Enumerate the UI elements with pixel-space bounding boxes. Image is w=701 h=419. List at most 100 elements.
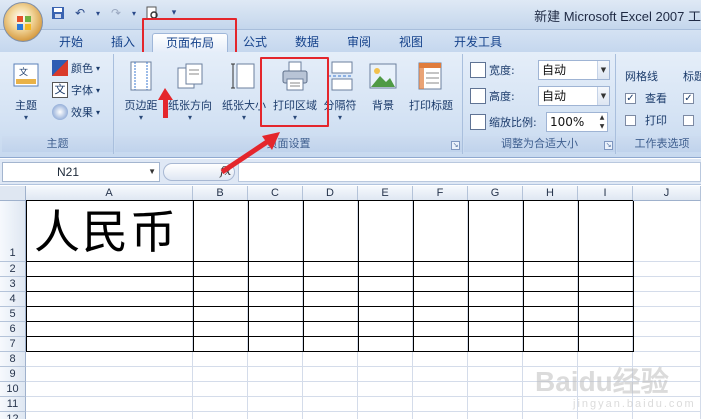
sheet-options-group-label: 工作表选项 — [617, 136, 701, 152]
watermark: Baidu经验 jingyan.baidu.com — [535, 366, 696, 410]
orientation-button[interactable]: 纸张方向 ▾ — [165, 60, 215, 123]
width-select[interactable]: 自动 ▼ — [538, 60, 610, 80]
table-border — [26, 351, 633, 352]
dropdown-arrow-icon: ▾ — [337, 113, 342, 122]
column-header-i[interactable]: I — [578, 186, 633, 201]
formula-input[interactable] — [238, 162, 701, 182]
effects-icon — [52, 104, 68, 120]
column-header-c[interactable]: C — [248, 186, 303, 201]
headings-print-checkbox[interactable] — [683, 110, 694, 130]
chevron-down-icon: ▼ — [148, 167, 156, 176]
height-select[interactable]: 自动 ▼ — [538, 86, 610, 106]
dropdown-arrow-icon: ▾ — [187, 113, 192, 122]
row-header-4[interactable]: 4 — [0, 292, 26, 307]
dropdown-arrow-icon: ▾ — [292, 113, 297, 122]
customize-qat-icon[interactable]: ▾ — [166, 5, 182, 21]
print-area-icon — [282, 61, 308, 91]
scale-icon — [470, 114, 486, 130]
row-header-10[interactable]: 10 — [0, 382, 26, 397]
table-border — [26, 336, 633, 337]
tab-formulas[interactable]: 公式 — [236, 33, 274, 52]
tab-home[interactable]: 开始 — [52, 33, 90, 52]
column-header-e[interactable]: E — [358, 186, 413, 201]
height-icon — [470, 88, 486, 104]
print-titles-icon — [418, 62, 442, 90]
tab-view[interactable]: 视图 — [392, 33, 430, 52]
row-header-11[interactable]: 11 — [0, 397, 26, 412]
cell-a1[interactable]: 人民币 — [34, 206, 178, 258]
row-header-1[interactable]: 1 — [0, 201, 26, 262]
column-header-b[interactable]: B — [193, 186, 248, 201]
title-bar: ↶ ▾ ↷ ▾ ▾ 新建 Microsoft Excel 2007 工 — [0, 0, 701, 30]
window-title: 新建 Microsoft Excel 2007 工 — [534, 9, 701, 24]
page-setup-group: 页边距 ▾ 纸张方向 ▾ 纸张大小 ▾ 打印区域 ▾ 分隔符 ▾ 背景 打印标题… — [115, 54, 463, 154]
table-border — [26, 321, 633, 322]
dropdown-arrow-icon[interactable]: ▾ — [130, 5, 138, 21]
office-button[interactable] — [3, 2, 43, 42]
redo-icon[interactable]: ↷ — [108, 5, 124, 21]
column-header-g[interactable]: G — [468, 186, 523, 201]
column-header-a[interactable]: A — [26, 186, 193, 201]
tab-developer[interactable]: 开发工具 — [446, 33, 510, 52]
dropdown-arrow-icon[interactable]: ▾ — [94, 5, 102, 21]
fonts-button[interactable]: 文 字体 ▾ — [52, 80, 100, 100]
gridline — [26, 411, 701, 412]
row-header-7[interactable]: 7 — [0, 337, 26, 352]
tab-page-layout[interactable]: 页面布局 — [152, 33, 228, 52]
scale-spinner[interactable]: 100% ▲ ▼ — [546, 112, 608, 132]
row-header-9[interactable]: 9 — [0, 367, 26, 382]
checkbox-unchecked-icon — [625, 114, 636, 126]
print-titles-button[interactable]: 打印标题 — [405, 60, 457, 113]
print-area-button[interactable]: 打印区域 ▾ — [269, 60, 321, 123]
table-border — [26, 291, 633, 292]
headings-view-checkbox[interactable]: ✓ — [683, 88, 694, 108]
save-icon[interactable] — [50, 5, 66, 21]
dropdown-arrow-icon: ▾ — [138, 113, 143, 122]
width-label: 宽度: — [470, 60, 515, 80]
breaks-button[interactable]: 分隔符 ▾ — [319, 60, 361, 123]
scale-label: 缩放比例: — [470, 112, 537, 132]
print-preview-icon[interactable] — [144, 5, 160, 21]
tab-insert[interactable]: 插入 — [104, 33, 142, 52]
table-border — [633, 201, 634, 352]
gridlines-label: 网格线 — [625, 70, 658, 83]
select-all-corner[interactable] — [0, 186, 26, 201]
fonts-icon: 文 — [52, 82, 68, 98]
page-size-icon — [231, 63, 255, 89]
orientation-icon — [177, 63, 203, 89]
tab-review[interactable]: 审阅 — [340, 33, 378, 52]
tab-data[interactable]: 数据 — [288, 33, 326, 52]
row-header-8[interactable]: 8 — [0, 352, 26, 367]
margins-button[interactable]: 页边距 ▾ — [119, 60, 163, 123]
insert-function-icon[interactable]: fx — [220, 164, 231, 178]
themes-icon: 文 — [13, 63, 39, 87]
breaks-icon — [328, 61, 353, 91]
gridlines-print-checkbox[interactable]: 打印 — [625, 110, 667, 130]
page-setup-dialog-launcher-icon[interactable]: ↘ — [451, 141, 460, 150]
sheet-options-group: 网格线 标题 ✓ 查看 ✓ 打印 工作表选项 — [617, 54, 701, 154]
effects-button[interactable]: 效果 ▾ — [52, 102, 100, 122]
scale-dialog-launcher-icon[interactable]: ↘ — [604, 141, 613, 150]
row-header-6[interactable]: 6 — [0, 322, 26, 337]
margins-icon — [130, 61, 152, 91]
ribbon-tabs: 开始 插入 页面布局 公式 数据 审阅 视图 开发工具 — [0, 30, 701, 52]
undo-icon[interactable]: ↶ — [72, 5, 88, 21]
column-header-f[interactable]: F — [413, 186, 468, 201]
column-header-d[interactable]: D — [303, 186, 358, 201]
size-button[interactable]: 纸张大小 ▾ — [219, 60, 269, 123]
background-button[interactable]: 背景 — [365, 60, 401, 113]
colors-button[interactable]: 颜色 ▾ — [52, 58, 100, 78]
row-header-3[interactable]: 3 — [0, 277, 26, 292]
row-header-5[interactable]: 5 — [0, 307, 26, 322]
spinner-arrows-icon[interactable]: ▲ ▼ — [597, 113, 607, 131]
chevron-down-icon: ▼ — [597, 61, 609, 79]
column-header-h[interactable]: H — [523, 186, 578, 201]
checkbox-checked-icon: ✓ — [683, 92, 694, 104]
row-header-2[interactable]: 2 — [0, 262, 26, 277]
row-header-12[interactable]: 12 — [0, 412, 26, 419]
themes-button[interactable]: 文 主题 ▾ — [8, 60, 44, 123]
name-box[interactable]: N21 ▼ — [2, 162, 160, 182]
gridlines-view-checkbox[interactable]: ✓ 查看 — [625, 88, 667, 108]
table-border — [26, 276, 633, 277]
column-header-j[interactable]: J — [633, 186, 701, 201]
